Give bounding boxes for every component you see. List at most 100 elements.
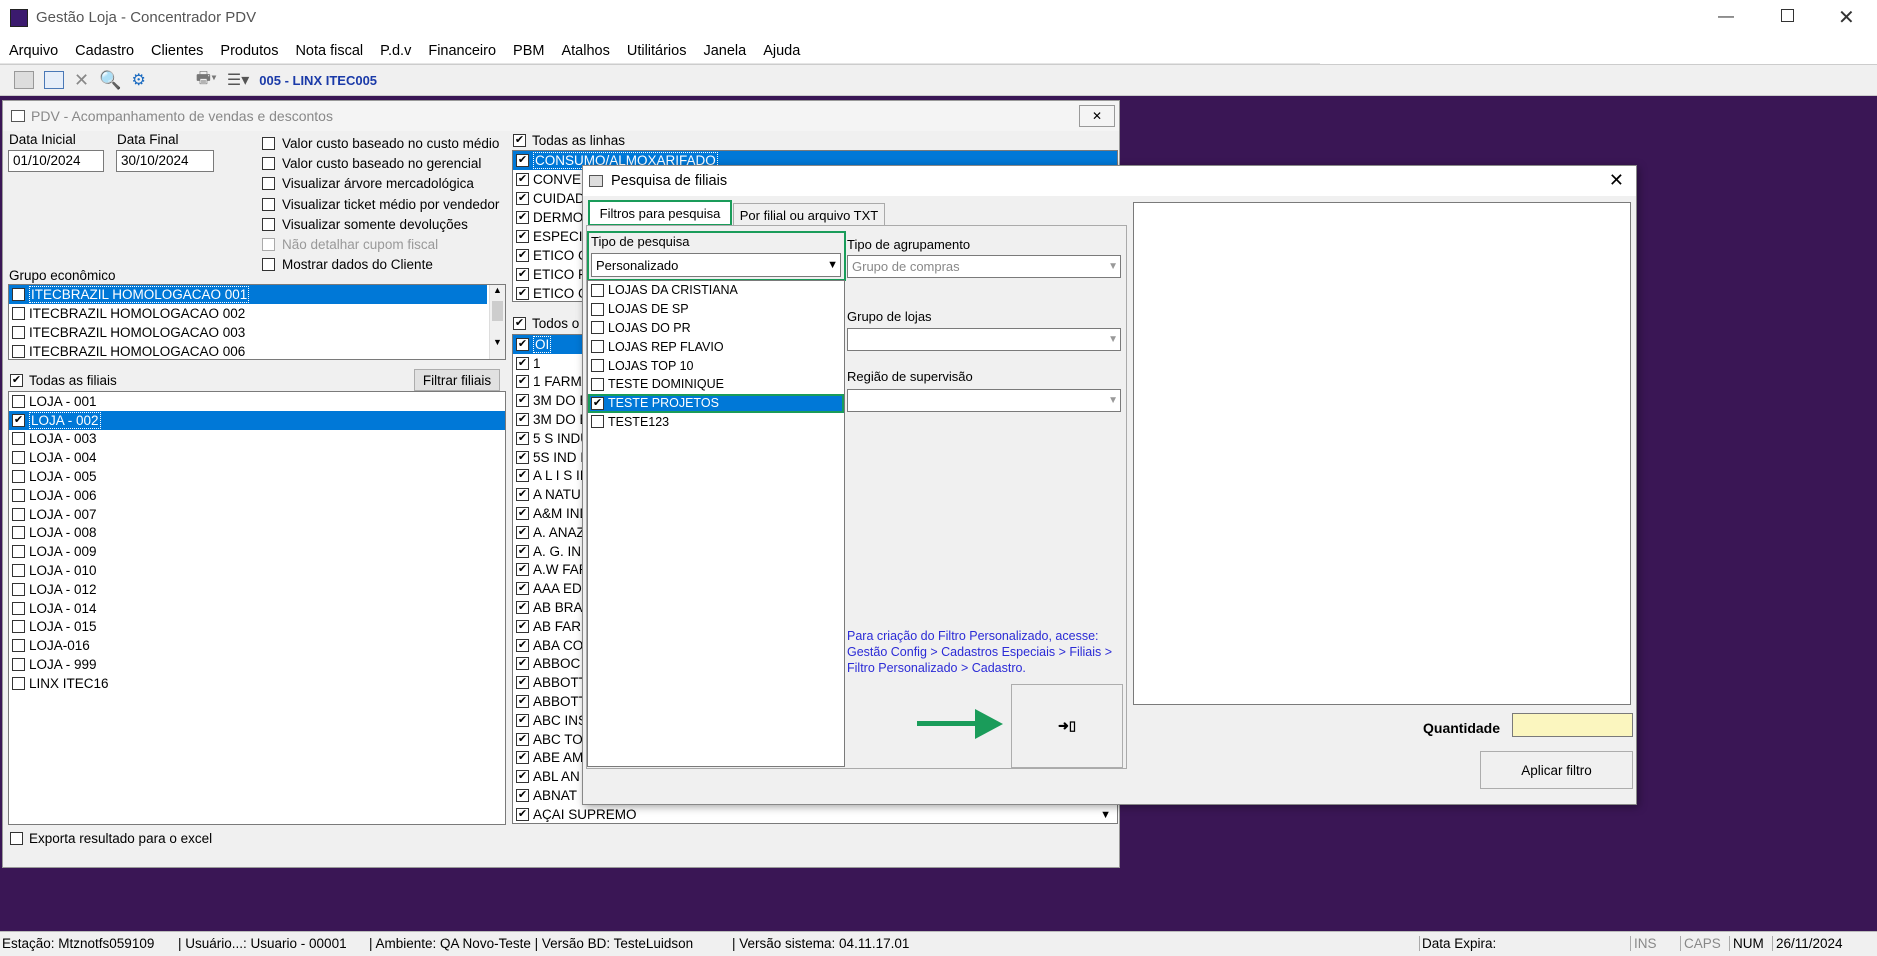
list-item-checkbox[interactable] — [12, 658, 25, 672]
list-item-checkbox[interactable] — [516, 249, 529, 262]
chevron-down-icon[interactable]: ▼ — [827, 259, 838, 271]
filter-item-checkbox[interactable] — [591, 377, 604, 391]
maximize-icon[interactable] — [1781, 9, 1794, 22]
list-item-checkbox[interactable] — [516, 582, 529, 596]
list-item-checkbox[interactable] — [516, 356, 529, 370]
list-item[interactable]: LOJA - 010 — [9, 561, 505, 580]
tab-filtros[interactable]: Filtros para pesquisa — [588, 200, 732, 226]
list-item-checkbox[interactable] — [516, 450, 529, 464]
list-item[interactable]: LOJA - 005 — [9, 467, 505, 486]
grupo-listbox[interactable]: ITECBRAZIL HOMOLOGACAO 001 ITECBRAZIL HOM… — [8, 284, 506, 360]
option-checkbox[interactable] — [262, 258, 275, 272]
minimize-icon[interactable]: — — [1718, 8, 1734, 26]
todos-row[interactable]: Todos o — [513, 316, 579, 331]
filtros-listbox[interactable]: LOJAS DA CRISTIANA LOJAS DE SP LOJAS DO PR… — [587, 280, 845, 767]
dialog-close-icon[interactable]: ✕ — [1609, 170, 1624, 191]
todos-checkbox[interactable] — [513, 317, 526, 330]
list-item-checkbox[interactable] — [12, 601, 25, 615]
menu-item[interactable]: Ajuda — [763, 43, 800, 59]
list-item[interactable]: LOJA - 002 — [9, 410, 505, 430]
list-item-checkbox[interactable] — [516, 431, 529, 445]
copy-icon[interactable] — [14, 71, 34, 89]
list-item[interactable]: LOJA - 014 — [9, 599, 505, 618]
exporta-row[interactable]: Exporta resultado para o excel — [10, 831, 212, 846]
option-checkbox[interactable] — [262, 136, 275, 150]
todas-filiais-row[interactable]: Todas as filiais — [10, 373, 117, 388]
menu-item[interactable]: Arquivo — [9, 43, 58, 59]
option-checkbox[interactable] — [262, 197, 275, 211]
option-checkbox[interactable] — [262, 217, 275, 231]
option-checkbox[interactable] — [262, 156, 275, 170]
option-row[interactable]: Visualizar somente devoluções — [262, 214, 512, 234]
filter-item[interactable]: LOJAS REP FLAVIO — [588, 337, 844, 356]
pdv-close-button[interactable]: ✕ — [1079, 105, 1115, 127]
list-item-checkbox[interactable] — [516, 507, 529, 521]
option-row[interactable]: Valor custo baseado no gerencial — [262, 153, 512, 173]
filter-item[interactable]: LOJAS DE SP — [588, 300, 844, 319]
option-checkbox[interactable] — [262, 238, 275, 252]
filter-item[interactable]: LOJAS TOP 10 — [588, 356, 844, 375]
filter-item-checkbox[interactable] — [591, 340, 604, 354]
list-item-checkbox[interactable] — [516, 601, 529, 615]
menu-item[interactable]: Financeiro — [428, 43, 496, 59]
list-item-checkbox[interactable] — [516, 211, 529, 224]
list-item[interactable]: ITECBRAZIL HOMOLOGACAO 001 — [9, 285, 487, 304]
scroll-down-icon[interactable]: ▼ — [1100, 809, 1111, 821]
filter-item[interactable]: TESTE PROJETOS — [588, 393, 844, 413]
list-item[interactable]: ITECBRAZIL HOMOLOGACAO 002 — [9, 304, 487, 323]
list-item[interactable]: LOJA - 015 — [9, 618, 505, 637]
list-item-checkbox[interactable] — [12, 345, 25, 358]
list-item-checkbox[interactable] — [12, 394, 25, 408]
filter-item[interactable]: TESTE DOMINIQUE — [588, 375, 844, 394]
list-item-checkbox[interactable] — [12, 545, 25, 559]
grupo-scrollbar[interactable]: ▲ ▼ — [489, 285, 505, 359]
menu-item[interactable]: PBM — [513, 43, 544, 59]
list-item[interactable]: LOJA - 003 — [9, 430, 505, 449]
list-item-checkbox[interactable] — [516, 676, 529, 690]
filter-item-checkbox[interactable] — [591, 302, 604, 316]
delete-icon[interactable]: ✕ — [74, 70, 89, 91]
list-item-checkbox[interactable] — [516, 268, 529, 281]
list-item-checkbox[interactable] — [516, 469, 529, 483]
list-item-checkbox[interactable] — [12, 451, 25, 465]
list-item-checkbox[interactable] — [12, 582, 25, 596]
list-item-checkbox[interactable] — [516, 488, 529, 502]
list-item-checkbox[interactable] — [516, 394, 529, 408]
list-item-checkbox[interactable] — [12, 288, 25, 301]
chevron-down-icon[interactable]: ▼ — [1108, 395, 1118, 406]
list-item-checkbox[interactable] — [516, 789, 529, 803]
option-row[interactable]: Visualizar ticket médio por vendedor — [262, 194, 512, 214]
list-item-checkbox[interactable] — [12, 564, 25, 578]
todas-linhas-checkbox[interactable] — [513, 134, 526, 147]
settings-icon[interactable]: ⚙ — [132, 70, 146, 90]
data-inicial-input[interactable]: 01/10/2024 — [8, 150, 104, 172]
list-item-checkbox[interactable] — [516, 657, 529, 671]
list-item-checkbox[interactable] — [516, 638, 529, 652]
list-item-checkbox[interactable] — [516, 192, 529, 205]
list-item-checkbox[interactable] — [12, 307, 25, 320]
option-row[interactable]: Valor custo baseado no custo médio — [262, 133, 512, 153]
list-item[interactable]: LOJA - 001 — [9, 392, 505, 411]
filiais-listbox[interactable]: LOJA - 001 LOJA - 002 LOJA - 003 LOJA - 004… — [8, 391, 506, 825]
list-item-checkbox[interactable] — [516, 807, 529, 821]
filter-item[interactable]: LOJAS DA CRISTIANA — [588, 281, 844, 300]
filter-item-checkbox[interactable] — [591, 359, 604, 373]
filter-item-checkbox[interactable] — [591, 321, 604, 335]
regiao-select[interactable]: ▼ — [847, 389, 1121, 412]
aplicar-filtro-button[interactable]: Aplicar filtro — [1480, 751, 1633, 789]
menu-item[interactable]: Utilitários — [627, 43, 687, 59]
chevron-down-icon[interactable]: ▼ — [1108, 261, 1118, 272]
list-item[interactable]: LOJA - 999 — [9, 655, 505, 674]
list-item-checkbox[interactable] — [516, 230, 529, 243]
close-window-icon[interactable]: ✕ — [1838, 5, 1855, 30]
list-item-checkbox[interactable] — [12, 488, 25, 502]
tipo-pesquisa-select[interactable]: Personalizado ▼ — [591, 253, 841, 277]
list-item[interactable]: LINX ITEC16 — [9, 674, 505, 693]
menu-item[interactable]: Clientes — [151, 43, 203, 59]
list-item[interactable]: LOJA-016 — [9, 636, 505, 655]
list-item-checkbox[interactable] — [516, 173, 529, 186]
list-item-checkbox[interactable] — [516, 413, 529, 427]
list-item[interactable]: LOJA - 006 — [9, 486, 505, 505]
option-row[interactable]: Não detalhar cupom fiscal — [262, 234, 512, 254]
option-row[interactable]: Mostrar dados do Cliente — [262, 255, 512, 275]
